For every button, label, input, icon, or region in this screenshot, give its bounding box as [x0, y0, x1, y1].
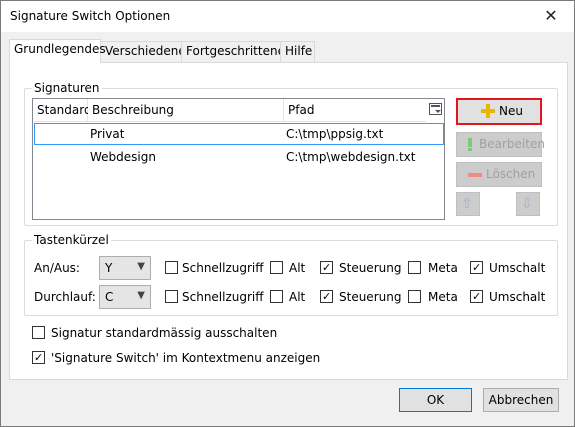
- cell-beschreibung: Privat: [90, 127, 125, 141]
- cycle-key-value: C: [105, 290, 114, 304]
- tab-hilfe[interactable]: Hilfe: [280, 41, 315, 62]
- cycle-meta-label: Meta: [428, 290, 458, 304]
- minus-icon: [468, 173, 482, 177]
- onoff-key-select[interactable]: Y ▼: [99, 256, 151, 280]
- cancel-button[interactable]: Abbrechen: [483, 388, 559, 412]
- cycle-key-select[interactable]: C ▼: [99, 285, 151, 309]
- onoff-umschalt-checkbox[interactable]: [470, 261, 483, 274]
- edit-button-label: Bearbeiten: [479, 137, 545, 151]
- onoff-key-value: Y: [105, 261, 113, 275]
- onoff-schnellzugriff-label: Schnellzugriff: [182, 261, 264, 275]
- plus-icon: [481, 104, 495, 118]
- cycle-schnellzugriff-checkbox[interactable]: [165, 290, 178, 303]
- chevron-down-icon: ▼: [137, 261, 145, 272]
- tab-panel: Signaturen Standard Beschreibung Pfad Pr…: [9, 62, 568, 380]
- exclamation-icon: [468, 138, 472, 151]
- window-title: Signature Switch Optionen: [10, 9, 171, 23]
- column-header-beschreibung[interactable]: Beschreibung: [88, 99, 284, 122]
- column-header-standard[interactable]: Standard: [33, 99, 92, 122]
- onoff-steuerung-checkbox[interactable]: [320, 261, 333, 274]
- cycle-umschalt-checkbox[interactable]: [470, 290, 483, 303]
- cycle-label: Durchlauf:: [34, 290, 96, 304]
- onoff-steuerung-label: Steuerung: [339, 261, 402, 275]
- arrow-up-icon: ⇧: [461, 196, 473, 212]
- new-button[interactable]: Neu: [456, 98, 542, 125]
- onoff-alt-checkbox[interactable]: [270, 261, 283, 274]
- cycle-umschalt-label: Umschalt: [489, 290, 546, 304]
- shortcuts-legend: Tastenkürzel: [32, 233, 111, 247]
- chevron-down-icon: ▼: [137, 290, 145, 301]
- cycle-schnellzugriff-label: Schnellzugriff: [182, 290, 264, 304]
- cycle-steuerung-label: Steuerung: [339, 290, 402, 304]
- move-up-button[interactable]: ⇧: [456, 192, 480, 216]
- disable-by-default-checkbox[interactable]: [32, 326, 45, 339]
- cell-pfad: C:\tmp\ppsig.txt: [286, 127, 384, 141]
- onoff-schnellzugriff-checkbox[interactable]: [165, 261, 178, 274]
- delete-button[interactable]: Löschen: [456, 162, 542, 187]
- new-button-label: Neu: [499, 104, 523, 118]
- disable-by-default-label: Signatur standardmässig ausschalten: [51, 326, 278, 340]
- onoff-alt-label: Alt: [289, 261, 306, 275]
- ok-button[interactable]: OK: [399, 388, 472, 412]
- cycle-alt-checkbox[interactable]: [270, 290, 283, 303]
- title-bar: Signature Switch Optionen ✕: [1, 1, 574, 32]
- close-icon[interactable]: ✕: [528, 1, 574, 32]
- column-chooser-icon[interactable]: [429, 103, 442, 115]
- cycle-steuerung-checkbox[interactable]: [320, 290, 333, 303]
- arrow-down-icon: ⇩: [521, 196, 533, 212]
- signatures-legend: Signaturen: [32, 81, 102, 95]
- onoff-meta-checkbox[interactable]: [408, 261, 421, 274]
- onoff-label: An/Aus:: [34, 261, 80, 275]
- signatures-table[interactable]: Standard Beschreibung Pfad Privat C:\tmp…: [32, 98, 445, 220]
- onoff-umschalt-label: Umschalt: [489, 261, 546, 275]
- cell-pfad: C:\tmp\webdesign.txt: [286, 150, 416, 164]
- dialog-window: Signature Switch Optionen ✕ Grundlegende…: [0, 0, 575, 427]
- context-menu-checkbox[interactable]: [32, 351, 45, 364]
- onoff-meta-label: Meta: [428, 261, 458, 275]
- column-header-pfad[interactable]: Pfad: [284, 99, 427, 122]
- tab-grundlegendes[interactable]: Grundlegendes: [9, 39, 106, 63]
- tab-fortgeschrittenes[interactable]: Fortgeschrittenes: [181, 41, 291, 62]
- tab-verschiedenes[interactable]: Verschiedenes: [100, 41, 192, 62]
- cell-beschreibung: Webdesign: [90, 150, 156, 164]
- table-row[interactable]: Webdesign C:\tmp\webdesign.txt: [34, 147, 444, 169]
- move-down-button[interactable]: ⇩: [516, 192, 540, 216]
- cycle-alt-label: Alt: [289, 290, 306, 304]
- delete-button-label: Löschen: [486, 167, 536, 181]
- table-row[interactable]: Privat C:\tmp\ppsig.txt: [34, 123, 444, 145]
- cycle-meta-checkbox[interactable]: [408, 290, 421, 303]
- context-menu-label: 'Signature Switch' im Kontextmenu anzeig…: [51, 351, 321, 365]
- edit-button[interactable]: Bearbeiten: [456, 132, 545, 157]
